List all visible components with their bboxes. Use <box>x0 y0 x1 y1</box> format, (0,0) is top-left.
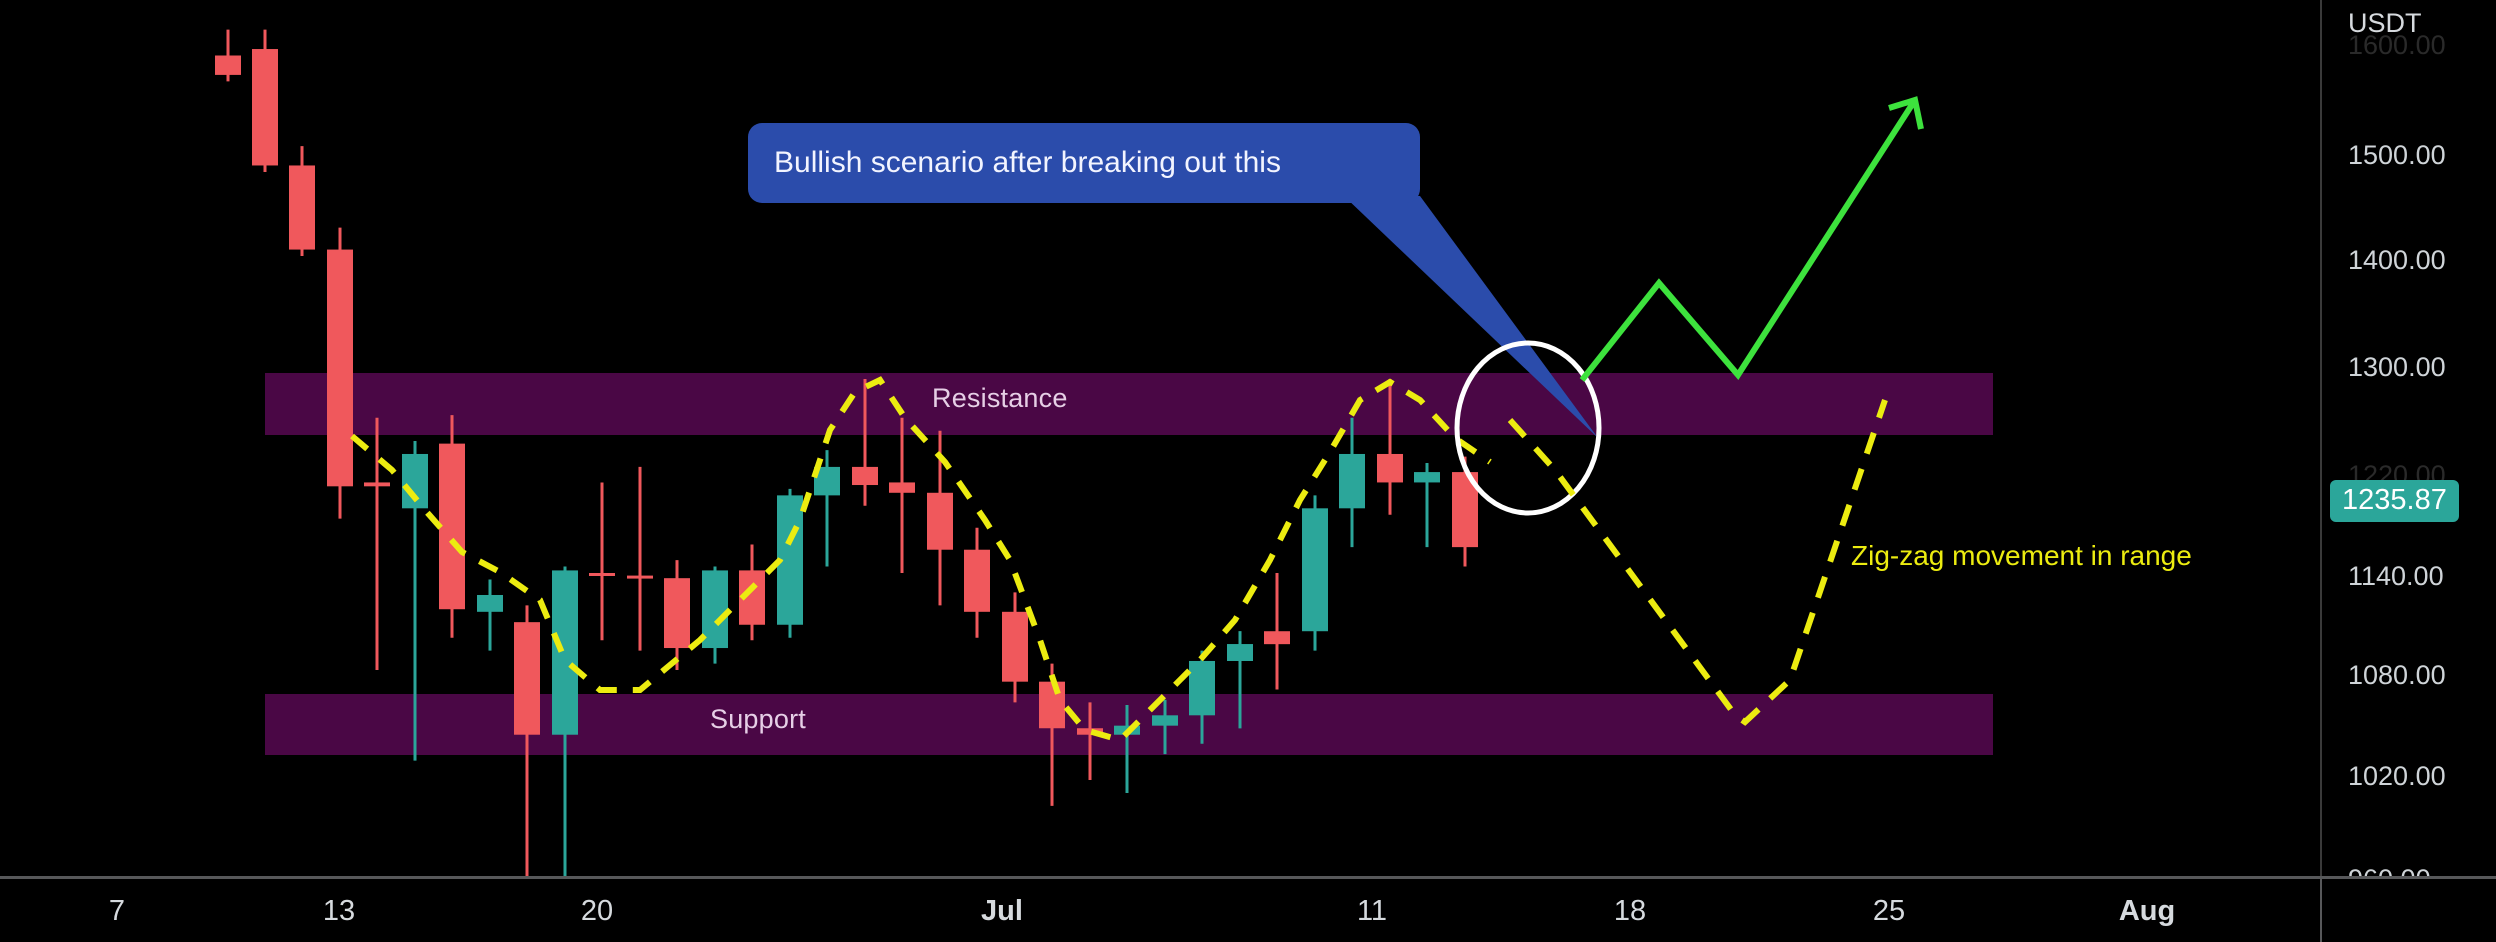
axis-corner-divider <box>2320 876 2322 942</box>
time-axis[interactable]: 7 13 20 Jul 11 18 25 Aug <box>0 876 2496 942</box>
bullish-projection-arrow[interactable] <box>1579 98 1918 382</box>
price-tick: 1080.00 <box>2348 660 2446 690</box>
zigzag-range-note: Zig-zag movement in range <box>1851 540 2192 571</box>
price-tick: 1600.00 <box>2348 30 2446 60</box>
bullish-scenario-callout[interactable]: Bullish scenario after breaking out this <box>748 123 1420 203</box>
price-tick: 1300.00 <box>2348 352 2446 382</box>
time-tick: 18 <box>1613 895 1647 927</box>
callout-tail <box>1344 196 1598 438</box>
zigzag-projection-dashed[interactable] <box>1507 399 1888 726</box>
chart-plot-area[interactable]: Resistance Support Bullish scenario afte… <box>0 0 2320 876</box>
time-tick: 7 <box>108 895 126 927</box>
price-tick: 1400.00 <box>2348 245 2446 275</box>
last-price-badge[interactable]: 1235.87 <box>2330 479 2459 522</box>
time-tick: Jul <box>981 895 1023 927</box>
price-tick: 1500.00 <box>2348 140 2446 170</box>
price-tick: 1140.00 <box>2348 561 2444 591</box>
time-tick: 20 <box>580 895 614 927</box>
price-tick: 1020.00 <box>2348 761 2446 791</box>
time-tick: 25 <box>1872 895 1906 927</box>
time-tick: 11 <box>1356 895 1388 927</box>
callout-text: Bullish scenario after breaking out this <box>774 146 1281 179</box>
time-tick: Aug <box>2118 895 2176 927</box>
time-tick: 13 <box>322 895 356 927</box>
trading-chart-screenshot: Resistance Support Bullish scenario afte… <box>0 0 2496 942</box>
price-axis[interactable]: USDT 1600.00 1500.00 1400.00 1300.00 1220.00… <box>2320 0 2496 894</box>
